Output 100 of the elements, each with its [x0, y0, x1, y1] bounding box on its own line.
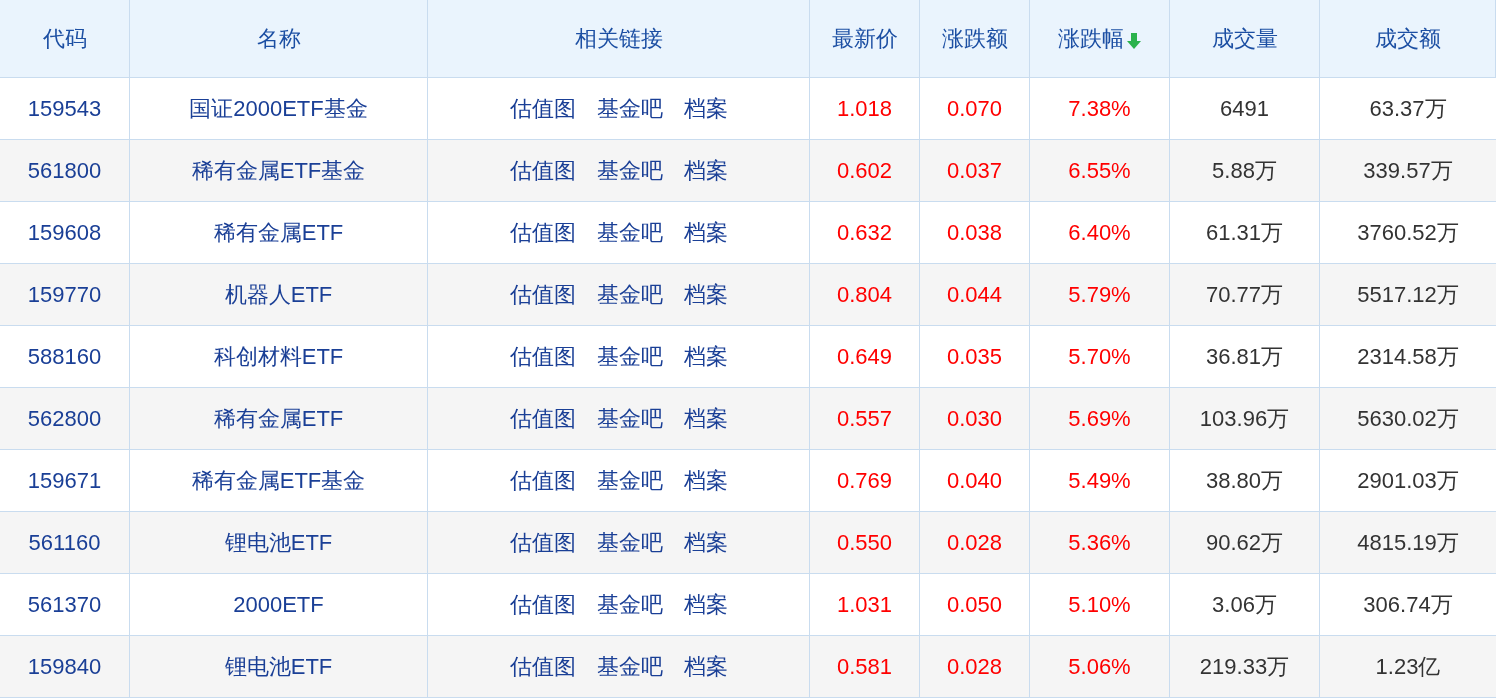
related-link[interactable]: 档案 — [683, 588, 728, 621]
trading-amount: 5630.02万 — [1357, 405, 1459, 433]
related-link[interactable]: 档案 — [683, 464, 728, 497]
related-link[interactable]: 估值图 — [509, 216, 576, 249]
fund-name-link[interactable]: 机器人ETF — [224, 278, 333, 311]
fund-code-link[interactable]: 159770 — [27, 278, 102, 311]
related-link[interactable]: 估值图 — [509, 154, 576, 187]
price-change: 0.050 — [946, 591, 1003, 619]
percent-change: 7.38% — [1068, 95, 1131, 123]
related-link[interactable]: 基金吧 — [596, 154, 663, 187]
fund-code-link[interactable]: 562800 — [27, 402, 102, 435]
trading-amount: 2314.58万 — [1357, 343, 1459, 371]
related-link[interactable]: 估值图 — [509, 92, 576, 125]
trading-volume: 6491 — [1220, 95, 1269, 123]
trading-amount: 2901.03万 — [1357, 467, 1459, 495]
trading-volume: 90.62万 — [1205, 529, 1284, 557]
column-header[interactable]: 涨跌幅 — [1057, 22, 1124, 55]
column-header[interactable]: 涨跌额 — [941, 22, 1008, 55]
trading-amount: 306.74万 — [1363, 591, 1453, 619]
percent-change: 5.70% — [1068, 343, 1131, 371]
latest-price: 1.031 — [836, 591, 893, 619]
fund-code-link[interactable]: 561160 — [28, 526, 101, 559]
trading-volume: 5.88万 — [1212, 157, 1277, 185]
fund-code-link[interactable]: 588160 — [27, 340, 102, 373]
related-link[interactable]: 基金吧 — [596, 278, 663, 311]
column-header: 名称 — [256, 25, 301, 53]
trading-amount: 5517.12万 — [1357, 281, 1459, 309]
related-link[interactable]: 档案 — [683, 154, 728, 187]
fund-code-link[interactable]: 159840 — [27, 650, 102, 683]
percent-change: 6.55% — [1068, 157, 1131, 185]
trading-volume: 38.80万 — [1205, 467, 1284, 495]
trading-volume: 219.33万 — [1199, 653, 1290, 681]
fund-name-link[interactable]: 2000ETF — [233, 588, 324, 621]
related-link[interactable]: 基金吧 — [596, 588, 663, 621]
related-link[interactable]: 基金吧 — [596, 402, 663, 435]
fund-code-link[interactable]: 159608 — [27, 216, 102, 249]
related-link[interactable]: 估值图 — [509, 650, 576, 683]
latest-price: 1.018 — [836, 95, 893, 123]
fund-name-link[interactable]: 科创材料ETF — [213, 340, 344, 373]
latest-price: 0.632 — [836, 219, 893, 247]
column-header[interactable]: 成交额 — [1374, 22, 1441, 55]
related-link[interactable]: 基金吧 — [596, 650, 663, 683]
percent-change: 5.06% — [1068, 653, 1131, 681]
latest-price: 0.649 — [836, 343, 893, 371]
percent-change: 5.10% — [1068, 591, 1131, 619]
price-change: 0.035 — [946, 343, 1003, 371]
related-link[interactable]: 基金吧 — [596, 92, 663, 125]
fund-name-link[interactable]: 锂电池ETF — [224, 650, 333, 683]
fund-name-link[interactable]: 稀有金属ETF基金 — [191, 464, 366, 497]
trading-amount: 63.37万 — [1369, 95, 1447, 123]
fund-code-link[interactable]: 159543 — [27, 92, 102, 125]
price-change: 0.028 — [946, 653, 1003, 681]
related-link[interactable]: 基金吧 — [596, 526, 663, 559]
related-link[interactable]: 档案 — [683, 340, 728, 373]
price-change: 0.028 — [946, 529, 1003, 557]
column-header[interactable]: 成交量 — [1211, 22, 1278, 55]
percent-change: 5.36% — [1068, 529, 1131, 557]
price-change: 0.038 — [946, 219, 1003, 247]
related-link[interactable]: 档案 — [683, 92, 728, 125]
fund-name-link[interactable]: 稀有金属ETF基金 — [191, 154, 366, 187]
column-header[interactable]: 最新价 — [831, 22, 898, 55]
percent-change: 6.40% — [1068, 219, 1131, 247]
latest-price: 0.550 — [836, 529, 893, 557]
price-change: 0.040 — [946, 467, 1003, 495]
price-change: 0.070 — [946, 95, 1003, 123]
fund-code-link[interactable]: 561800 — [27, 154, 102, 187]
fund-name-link[interactable]: 稀有金属ETF — [213, 216, 344, 249]
trading-volume: 103.96万 — [1199, 405, 1290, 433]
related-link[interactable]: 估值图 — [509, 402, 576, 435]
fund-name-link[interactable]: 稀有金属ETF — [213, 402, 344, 435]
percent-change: 5.49% — [1068, 467, 1131, 495]
related-link[interactable]: 档案 — [683, 216, 728, 249]
percent-change: 5.69% — [1068, 405, 1131, 433]
column-header: 相关链接 — [574, 25, 663, 53]
column-header: 代码 — [42, 25, 87, 53]
trading-amount: 339.57万 — [1363, 157, 1453, 185]
trading-volume: 36.81万 — [1205, 343, 1284, 371]
fund-name-link[interactable]: 锂电池ETF — [224, 526, 333, 559]
related-link[interactable]: 估值图 — [509, 526, 576, 559]
trading-volume: 3.06万 — [1212, 591, 1277, 619]
related-link[interactable]: 档案 — [683, 402, 728, 435]
fund-code-link[interactable]: 561370 — [27, 588, 102, 621]
related-link[interactable]: 档案 — [683, 650, 728, 683]
trading-amount: 4815.19万 — [1357, 529, 1459, 557]
fund-code-link[interactable]: 159671 — [27, 464, 102, 497]
related-link[interactable]: 基金吧 — [596, 340, 663, 373]
price-change: 0.044 — [946, 281, 1003, 309]
related-link[interactable]: 基金吧 — [596, 464, 663, 497]
related-link[interactable]: 档案 — [683, 526, 728, 559]
trading-volume: 70.77万 — [1205, 281, 1284, 309]
price-change: 0.030 — [946, 405, 1003, 433]
trading-volume: 61.31万 — [1205, 219, 1284, 247]
related-link[interactable]: 基金吧 — [596, 216, 663, 249]
fund-name-link[interactable]: 国证2000ETF基金 — [189, 92, 368, 125]
related-link[interactable]: 估值图 — [509, 278, 576, 311]
related-link[interactable]: 估值图 — [509, 340, 576, 373]
related-link[interactable]: 档案 — [683, 278, 728, 311]
latest-price: 0.557 — [836, 405, 893, 433]
related-link[interactable]: 估值图 — [509, 464, 576, 497]
related-link[interactable]: 估值图 — [509, 588, 576, 621]
